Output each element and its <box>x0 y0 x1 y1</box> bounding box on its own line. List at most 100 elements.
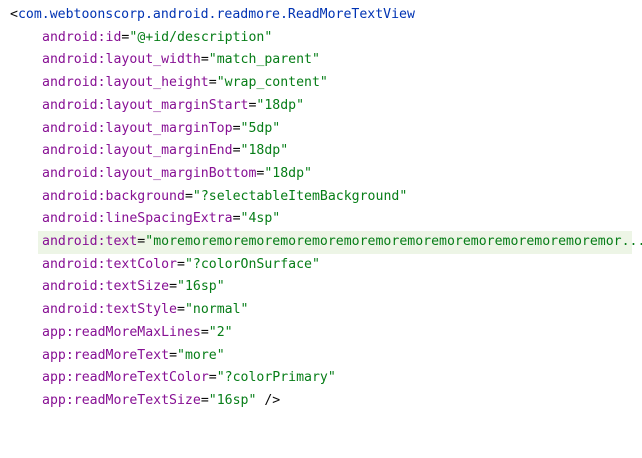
attribute-value-folded[interactable]: "moremoremoremoremoremoremoremoremoremor… <box>145 234 642 249</box>
attribute-namespace: android <box>42 75 98 91</box>
attribute-value: "16sp" <box>177 279 225 295</box>
code-line-attribute[interactable]: app:readMoreMaxLines="2" <box>0 322 642 345</box>
code-line-attribute[interactable]: android:layout_marginEnd="18dp" <box>0 140 642 163</box>
attribute-name: textStyle <box>105 302 177 318</box>
code-line-attribute[interactable]: android:layout_width="match_parent" <box>0 49 642 72</box>
attribute-value: "@+id/description" <box>129 29 273 45</box>
namespace-colon: : <box>97 188 106 204</box>
equals-sign: = <box>200 52 209 68</box>
code-line-attribute[interactable]: android:textColor="?colorOnSurface" <box>0 254 642 277</box>
equals-sign: = <box>200 392 209 408</box>
tag-name: com.webtoonscorp.android.readmore.ReadMo… <box>17 7 415 22</box>
equals-sign: = <box>208 75 217 91</box>
attribute-value: "18dp" <box>264 165 312 181</box>
code-line-attribute-highlighted[interactable]: android:text="moremoremoremoremoremoremo… <box>38 231 642 254</box>
equals-sign: = <box>169 347 178 363</box>
attribute-name: readMoreTextColor <box>73 370 209 386</box>
namespace-colon: : <box>65 324 74 340</box>
line-content: app:readMoreTextColor="?colorPrimary" <box>42 367 336 390</box>
namespace-colon: : <box>97 279 106 295</box>
line-content: android:layout_width="match_parent" <box>42 49 320 72</box>
code-line-attribute[interactable]: android:layout_marginBottom="18dp" <box>0 163 642 186</box>
attribute-namespace: android <box>42 188 98 204</box>
code-line-attribute[interactable]: android:id="@+id/description" <box>0 27 642 50</box>
attribute-name: id <box>105 29 122 45</box>
code-line-attribute[interactable]: android:textSize="16sp" <box>0 276 642 299</box>
line-content: android:text="moremoremoremoremoremoremo… <box>42 231 642 254</box>
attribute-namespace: app <box>42 392 66 408</box>
attribute-value: "normal" <box>184 302 249 318</box>
attribute-name: lineSpacingExtra <box>105 211 233 227</box>
line-content: app:readMoreText="more" <box>42 345 225 368</box>
attribute-name: readMoreMaxLines <box>73 324 201 340</box>
equals-sign: = <box>232 211 241 227</box>
attribute-name: layout_marginBottom <box>105 165 257 181</box>
attribute-name: layout_height <box>105 75 209 91</box>
equals-sign: = <box>184 188 193 204</box>
line-content: android:layout_marginBottom="18dp" <box>42 163 312 186</box>
attribute-namespace: android <box>42 29 98 45</box>
namespace-colon: : <box>97 75 106 91</box>
attribute-name: layout_marginStart <box>105 97 249 113</box>
attribute-value: "wrap_content" <box>216 75 328 91</box>
equals-sign: = <box>200 324 209 340</box>
attribute-value: "2" <box>208 324 233 340</box>
namespace-colon: : <box>97 211 106 227</box>
attribute-name: readMoreTextSize <box>73 392 201 408</box>
code-line-tag[interactable]: <com.webtoonscorp.android.readmore.ReadM… <box>0 4 642 27</box>
code-line-attribute[interactable]: android:background="?selectableItemBackg… <box>0 186 642 209</box>
equals-sign: = <box>232 120 241 136</box>
namespace-colon: : <box>97 165 106 181</box>
line-content: android:layout_height="wrap_content" <box>42 72 328 95</box>
line-content: android:textColor="?colorOnSurface" <box>42 254 320 277</box>
code-line-attribute-last[interactable]: app:readMoreTextSize="16sp" /> <box>0 390 642 413</box>
code-line-attribute[interactable]: android:textStyle="normal" <box>0 299 642 322</box>
namespace-colon: : <box>65 370 74 386</box>
attribute-name: text <box>105 234 138 249</box>
namespace-colon: : <box>97 120 106 136</box>
attribute-name: textSize <box>105 279 170 295</box>
namespace-colon: : <box>97 143 106 159</box>
code-line-attribute[interactable]: android:lineSpacingExtra="4sp" <box>0 208 642 231</box>
equals-sign: = <box>232 143 241 159</box>
attribute-value: "5dp" <box>240 120 281 136</box>
attribute-name: layout_marginTop <box>105 120 233 136</box>
namespace-colon: : <box>97 256 106 272</box>
namespace-colon: : <box>97 29 106 45</box>
line-content: android:textStyle="normal" <box>42 299 248 322</box>
attribute-namespace: app <box>42 347 66 363</box>
attribute-namespace: android <box>42 302 98 318</box>
attribute-value: "18dp" <box>256 97 305 113</box>
line-content: android:textSize="16sp" <box>42 276 225 299</box>
code-line-attribute[interactable]: android:layout_height="wrap_content" <box>0 72 642 95</box>
attribute-namespace: android <box>42 279 98 295</box>
equals-sign: = <box>208 370 217 386</box>
code-line-attribute[interactable]: app:readMoreTextColor="?colorPrimary" <box>0 367 642 390</box>
attribute-namespace: android <box>42 256 98 272</box>
code-line-attribute[interactable]: app:readMoreText="more" <box>0 345 642 368</box>
attribute-namespace: android <box>42 165 98 181</box>
attribute-value: "?colorPrimary" <box>216 370 336 386</box>
attribute-namespace: android <box>42 234 98 249</box>
code-line-attribute[interactable]: android:layout_marginStart="18dp" <box>0 95 642 118</box>
attribute-namespace: app <box>42 324 66 340</box>
line-content: android:id="@+id/description" <box>42 27 272 50</box>
namespace-colon: : <box>97 52 106 68</box>
attribute-name: layout_marginEnd <box>105 143 233 159</box>
code-line-attribute[interactable]: android:layout_marginTop="5dp" <box>0 118 642 141</box>
line-content: android:layout_marginEnd="18dp" <box>42 140 288 163</box>
line-content: android:layout_marginStart="18dp" <box>42 95 304 118</box>
attribute-value: "more" <box>177 347 225 363</box>
equals-sign: = <box>177 302 185 318</box>
line-content: android:background="?selectableItemBackg… <box>42 186 407 209</box>
attribute-value: "?colorOnSurface" <box>184 256 320 272</box>
attribute-name: layout_width <box>105 52 201 68</box>
tag-self-close: /> <box>256 392 281 408</box>
code-editor[interactable]: <com.webtoonscorp.android.readmore.ReadM… <box>0 0 642 420</box>
attribute-value: "match_parent" <box>208 52 320 68</box>
equals-sign: = <box>177 256 185 272</box>
attribute-name: textColor <box>105 256 177 272</box>
namespace-colon: : <box>97 302 106 318</box>
attribute-value: "18dp" <box>240 143 289 159</box>
attribute-name: readMoreText <box>73 347 170 363</box>
